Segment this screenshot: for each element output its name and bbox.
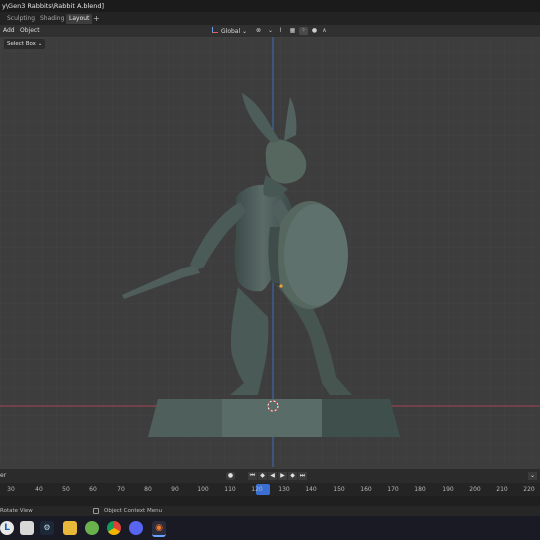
next-keyframe-icon[interactable]: ◆ [288, 472, 297, 480]
pivot-point-icon[interactable]: ⊗ [254, 27, 263, 35]
ruler-tick: 220 [523, 486, 535, 493]
ruler-tick: 210 [496, 486, 508, 493]
workspace-tabs: Sculpting Shading Layout + [0, 12, 540, 25]
ruler-tick: 40 [35, 486, 43, 493]
window-title: y\Gen3 Rabbits\Rabbit A.blend] [0, 0, 540, 12]
play-icon[interactable]: ▶ [278, 472, 287, 480]
ruler-tick: 170 [387, 486, 399, 493]
ruler-tick: 110 [224, 486, 236, 493]
ruler-tick: 190 [442, 486, 454, 493]
snap-icon[interactable]: ⌇ [276, 27, 285, 35]
select-box-label: Select Box [7, 41, 36, 47]
base-plate [148, 399, 400, 437]
tab-layout[interactable]: Layout [66, 14, 93, 24]
files-icon[interactable] [20, 521, 34, 535]
mouse-icon [93, 508, 99, 514]
ruler-tick: 140 [305, 486, 317, 493]
timeline-header: er ● ⏮ ◆ ◀ ▶ ◆ ⏭ ⌄ [0, 469, 540, 483]
ruler-tick: 100 [197, 486, 209, 493]
status-bar: Rotate View Object Context Menu [0, 506, 540, 516]
ruler-tick: 120 [251, 486, 263, 493]
orientation-label: Global [221, 28, 241, 35]
menu-object[interactable]: Object [18, 26, 42, 36]
blender-icon[interactable]: ◉ [152, 521, 166, 537]
timeline-options-icon[interactable]: ⌄ [528, 472, 537, 480]
ruler-tick: 180 [414, 486, 426, 493]
play-reverse-icon[interactable]: ◀ [268, 472, 277, 480]
timeline-body[interactable] [0, 496, 540, 506]
menu-add[interactable]: Add [1, 26, 17, 36]
ruler-tick: 90 [171, 486, 179, 493]
record-icon[interactable]: ● [226, 472, 235, 480]
discord-icon[interactable] [129, 521, 143, 535]
folder-icon[interactable] [63, 521, 77, 535]
chevron-down-icon[interactable]: ⌄ [266, 27, 275, 35]
snap-increment-icon[interactable]: ▦ [288, 27, 297, 35]
snap-target-icon[interactable]: ⁘ [299, 27, 308, 35]
tab-sculpting[interactable]: Sculpting [4, 14, 38, 24]
ruler-tick: 160 [360, 486, 372, 493]
ruler-tick: 130 [278, 486, 290, 493]
proportional-edit-icon[interactable]: ● [310, 27, 319, 35]
tab-shading[interactable]: Shading [37, 14, 67, 24]
add-workspace-icon[interactable]: + [93, 14, 100, 24]
ruler-tick: 30 [7, 486, 15, 493]
os-taskbar: L ⚙ ◉ [0, 516, 540, 540]
ruler-tick: 200 [469, 486, 481, 493]
prev-keyframe-icon[interactable]: ◆ [258, 472, 267, 480]
status-context-menu: Object Context Menu [104, 508, 163, 514]
transform-orientation-dropdown[interactable]: Global ⌄ [212, 27, 247, 36]
game-icon[interactable] [85, 521, 99, 535]
chrome-icon[interactable] [107, 521, 121, 535]
orientation-icon [212, 27, 218, 33]
ruler-tick: 150 [333, 486, 345, 493]
viewport-canvas[interactable] [0, 37, 540, 467]
3d-viewport[interactable] [0, 37, 540, 467]
timeline-ruler[interactable]: 30 40 50 60 70 80 90 100 110 120 130 140… [0, 483, 540, 496]
status-rotate-view: Rotate View [0, 508, 33, 514]
app-l-icon[interactable]: L [0, 521, 14, 535]
editor-label: er [0, 472, 7, 479]
viewport-header: Add Object Global ⌄ ⊗ ⌄ ⌇ ▦ ⁘ ● ∧ [0, 25, 540, 37]
jump-start-icon[interactable]: ⏮ [248, 472, 257, 480]
ruler-tick: 80 [144, 486, 152, 493]
select-box-dropdown[interactable]: Select Box ⌄ [4, 39, 46, 49]
falloff-icon[interactable]: ∧ [320, 27, 329, 35]
ruler-tick: 50 [62, 486, 70, 493]
ruler-tick: 60 [89, 486, 97, 493]
jump-end-icon[interactable]: ⏭ [298, 472, 307, 480]
ruler-tick: 70 [117, 486, 125, 493]
steam-icon[interactable]: ⚙ [40, 521, 54, 535]
